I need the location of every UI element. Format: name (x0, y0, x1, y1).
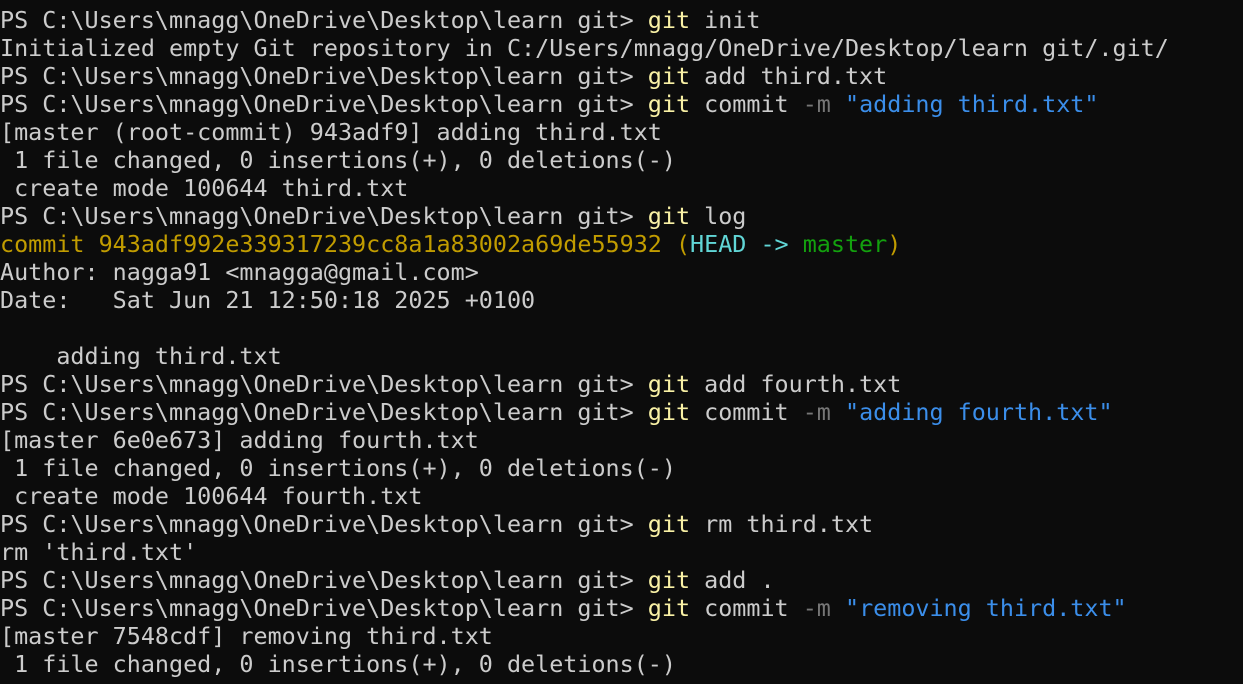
terminal-text: 1 file changed, 0 insertions(+), 0 delet… (0, 146, 676, 174)
terminal-line: Initialized empty Git repository in C:/U… (0, 34, 1243, 62)
command-token: git (647, 6, 691, 34)
terminal-text: master (802, 230, 888, 258)
terminal-line: create mode 100644 fourth.txt (0, 482, 1243, 510)
terminal-line: create mode 100644 third.txt (0, 174, 1243, 202)
terminal-text: create mode 100644 third.txt (0, 174, 409, 202)
terminal-text: rm 'third.txt' (0, 538, 198, 566)
terminal-line: 1 file changed, 0 insertions(+), 0 delet… (0, 146, 1243, 174)
terminal-line: [master 7548cdf] removing third.txt (0, 622, 1243, 650)
terminal-text: create mode 100644 fourth.txt (0, 482, 423, 510)
terminal-line: PS C:\Users\mnagg\OneDrive\Desktop\learn… (0, 62, 1243, 90)
terminal-text: PS C:\Users\mnagg\OneDrive\Desktop\learn… (0, 90, 648, 118)
terminal-text: Initialized empty Git repository in C:/U… (0, 34, 1169, 62)
terminal-line: PS C:\Users\mnagg\OneDrive\Desktop\learn… (0, 566, 1243, 594)
terminal-text: log (690, 202, 747, 230)
terminal-text: "removing third.txt" (844, 594, 1127, 622)
terminal-line: PS C:\Users\mnagg\OneDrive\Desktop\learn… (0, 202, 1243, 230)
terminal-line: PS C:\Users\mnagg\OneDrive\Desktop\learn… (0, 90, 1243, 118)
terminal-text: ) (887, 230, 902, 258)
terminal-output[interactable]: PS C:\Users\mnagg\OneDrive\Desktop\learn… (0, 6, 1243, 684)
command-token: git (647, 594, 691, 622)
command-token: git (647, 566, 691, 594)
terminal-text: PS C:\Users\mnagg\OneDrive\Desktop\learn… (0, 594, 648, 622)
terminal-text: PS C:\Users\mnagg\OneDrive\Desktop\learn… (0, 202, 648, 230)
terminal-text: 1 file changed, 0 insertions(+), 0 delet… (0, 650, 676, 678)
terminal-text: commit 943adf992e339317239cc8a1a83002a69… (0, 230, 691, 258)
terminal-text: add fourth.txt (690, 370, 902, 398)
terminal-text: 1 file changed, 0 insertions(+), 0 delet… (0, 454, 676, 482)
command-token: git (647, 202, 691, 230)
terminal-text: "adding fourth.txt" (844, 398, 1113, 426)
terminal-line: [master 6e0e673] adding fourth.txt (0, 426, 1243, 454)
terminal-text: PS C:\Users\mnagg\OneDrive\Desktop\learn… (0, 510, 648, 538)
terminal-text: Date: Sat Jun 21 12:50:18 2025 +0100 (0, 286, 536, 314)
terminal-line: rm 'third.txt' (0, 538, 1243, 566)
command-token: git (647, 62, 691, 90)
terminal-line: adding third.txt (0, 342, 1243, 370)
terminal-text: PS C:\Users\mnagg\OneDrive\Desktop\learn… (0, 370, 648, 398)
terminal-line: PS C:\Users\mnagg\OneDrive\Desktop\learn… (0, 398, 1243, 426)
terminal-text: -m (802, 594, 831, 622)
terminal-text: PS C:\Users\mnagg\OneDrive\Desktop\learn… (0, 62, 648, 90)
terminal-line: 1 file changed, 0 insertions(+), 0 delet… (0, 454, 1243, 482)
terminal-line: 1 file changed, 0 insertions(+), 0 delet… (0, 650, 1243, 678)
terminal-text: -m (802, 90, 831, 118)
terminal-text: add third.txt (690, 62, 888, 90)
command-token: git (647, 510, 691, 538)
terminal-text: [master (root-commit) 943adf9] adding th… (0, 118, 662, 146)
terminal-text: commit (690, 90, 803, 118)
terminal-line: PS C:\Users\mnagg\OneDrive\Desktop\learn… (0, 370, 1243, 398)
terminal-text: -m (802, 398, 831, 426)
terminal-line: commit 943adf992e339317239cc8a1a83002a69… (0, 230, 1243, 258)
command-token: git (647, 370, 691, 398)
terminal-text: init (690, 6, 761, 34)
terminal-text: [master 7548cdf] removing third.txt (0, 622, 493, 650)
terminal-text: Author: nagga91 <mnagga@gmail.com> (0, 258, 479, 286)
terminal-text: commit (690, 398, 803, 426)
terminal-text: add . (690, 566, 775, 594)
terminal-text: [master 6e0e673] adding fourth.txt (0, 426, 479, 454)
terminal-text: rm third.txt (690, 510, 874, 538)
terminal-text: commit (690, 594, 803, 622)
command-token: git (647, 398, 691, 426)
terminal-text: adding third.txt (0, 342, 282, 370)
terminal-text: PS C:\Users\mnagg\OneDrive\Desktop\learn… (0, 6, 648, 34)
terminal-line: PS C:\Users\mnagg\OneDrive\Desktop\learn… (0, 510, 1243, 538)
terminal-line: Date: Sat Jun 21 12:50:18 2025 +0100 (0, 286, 1243, 314)
terminal-line: [master (root-commit) 943adf9] adding th… (0, 118, 1243, 146)
command-token: git (647, 90, 691, 118)
terminal-line: PS C:\Users\mnagg\OneDrive\Desktop\learn… (0, 594, 1243, 622)
terminal-text: "adding third.txt" (844, 90, 1099, 118)
terminal-line: PS C:\Users\mnagg\OneDrive\Desktop\learn… (0, 6, 1243, 34)
terminal-text: HEAD -> (690, 230, 803, 258)
terminal-text: PS C:\Users\mnagg\OneDrive\Desktop\learn… (0, 398, 648, 426)
terminal-line: Author: nagga91 <mnagga@gmail.com> (0, 258, 1243, 286)
terminal-text: PS C:\Users\mnagg\OneDrive\Desktop\learn… (0, 566, 648, 594)
